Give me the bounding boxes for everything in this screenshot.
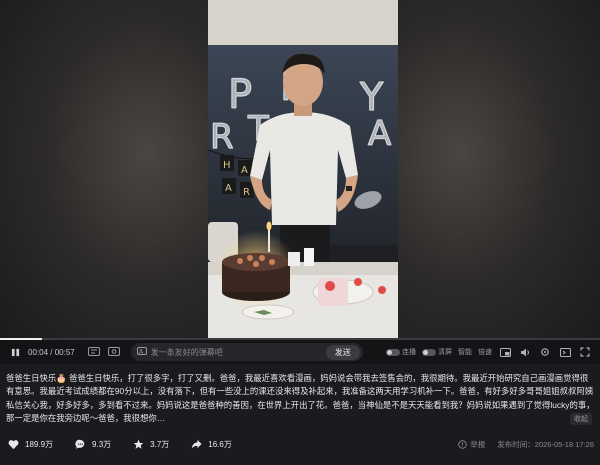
balloon-letter: R bbox=[210, 117, 234, 157]
meta-info: 举报 发布时间：2026-05-18 17:26 bbox=[458, 439, 594, 450]
pause-icon[interactable] bbox=[8, 345, 22, 359]
report-label: 举报 bbox=[470, 439, 486, 449]
time-total: 00:57 bbox=[54, 347, 75, 357]
danmaku-style-icon[interactable]: A bbox=[136, 346, 147, 358]
favorite-stat[interactable]: 3.7万 bbox=[133, 439, 169, 450]
blurred-backdrop-left bbox=[0, 0, 208, 340]
comment-icon bbox=[75, 439, 85, 449]
volume-icon[interactable] bbox=[518, 345, 532, 359]
player-controls: 00:04 / 00:57 A 发送 连播 清屏 智能 倍速 bbox=[0, 340, 600, 364]
settings-icon[interactable] bbox=[538, 345, 552, 359]
time-display: 00:04 / 00:57 bbox=[28, 347, 75, 357]
comment-stat[interactable]: 9.3万 bbox=[75, 439, 111, 450]
stats-row: 189.9万 9.3万 3.7万 16.6万 举报 发布时间：2026-05-1… bbox=[8, 436, 594, 452]
toggle-switch bbox=[422, 348, 436, 356]
like-count: 189.9万 bbox=[25, 439, 54, 449]
video-stage[interactable]: P P Y R T A H A A R bbox=[0, 0, 600, 340]
toggle-switch bbox=[386, 348, 400, 356]
send-danmaku-button[interactable]: 发送 bbox=[325, 344, 360, 360]
publish-time: 发布时间：2026-05-18 17:26 bbox=[497, 439, 594, 449]
smart-button[interactable]: 智能 bbox=[458, 347, 472, 357]
balloon-letter: Y bbox=[359, 75, 384, 119]
autoplay-toggle[interactable]: 连播 bbox=[386, 347, 416, 357]
fullscreen-icon[interactable] bbox=[578, 345, 592, 359]
clear-screen-toggle[interactable]: 清屏 bbox=[422, 347, 452, 357]
share-count: 16.6万 bbox=[208, 439, 232, 449]
pip-icon[interactable] bbox=[498, 345, 512, 359]
web-fullscreen-icon[interactable] bbox=[558, 345, 572, 359]
video-scene: P P Y R T A H A A R bbox=[208, 0, 398, 340]
video-frame[interactable]: P P Y R T A H A A R bbox=[208, 0, 398, 340]
star-icon bbox=[133, 439, 144, 449]
share-icon bbox=[192, 439, 202, 449]
danmaku-input[interactable] bbox=[150, 347, 322, 357]
danmaku-input-box: A 发送 bbox=[130, 343, 363, 361]
danmaku-toggle-icon[interactable] bbox=[87, 345, 101, 359]
report-button[interactable]: 举报 bbox=[458, 439, 485, 450]
balloon-letter: A bbox=[368, 114, 391, 154]
autoplay-label: 连播 bbox=[402, 349, 416, 356]
clear-screen-label: 清屏 bbox=[438, 349, 452, 356]
video-description: 爸爸生日快乐🎂 爸爸生日快乐，打了很多字，打了又删。爸爸，我最近喜欢看漫画，妈妈… bbox=[6, 373, 595, 424]
like-stat[interactable]: 189.9万 bbox=[8, 439, 53, 450]
favorite-count: 3.7万 bbox=[150, 439, 170, 449]
danmaku-settings-icon[interactable] bbox=[107, 345, 121, 359]
comment-count: 9.3万 bbox=[92, 439, 112, 449]
banner-letter: A bbox=[241, 165, 248, 176]
banner-letter: R bbox=[243, 187, 250, 198]
share-stat[interactable]: 16.6万 bbox=[191, 439, 232, 450]
banner-letter: A bbox=[225, 183, 232, 194]
time-current: 00:04 bbox=[28, 347, 49, 357]
collapse-button[interactable]: 收起 bbox=[570, 413, 592, 425]
blurred-backdrop-right bbox=[398, 0, 600, 340]
heart-icon bbox=[8, 439, 19, 449]
report-icon bbox=[458, 439, 468, 449]
speed-button[interactable]: 倍速 bbox=[478, 347, 492, 357]
banner-letter: H bbox=[223, 160, 231, 171]
